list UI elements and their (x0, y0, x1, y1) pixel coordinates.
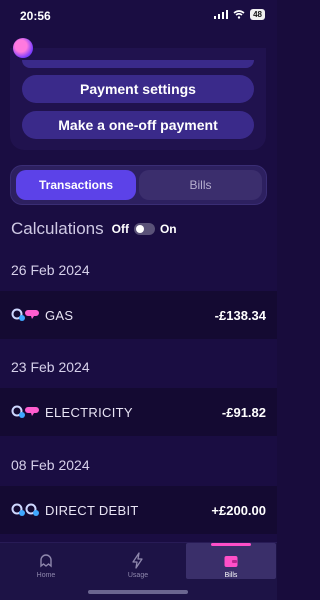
transaction-name: GAS (45, 307, 74, 323)
status-time: 20:56 (20, 9, 51, 23)
direct-debit-icon (11, 503, 39, 516)
transaction-amount: -£91.82 (221, 404, 266, 420)
home-icon (40, 554, 52, 568)
transaction-row[interactable]: ELECTRICITY -£91.82 (0, 388, 277, 436)
calculations-off-label: Off (111, 222, 129, 236)
transaction-amount: +£200.00 (211, 502, 266, 518)
wifi-icon (233, 10, 245, 19)
nav-bills[interactable]: Bills (186, 543, 276, 579)
nav-usage-label: Usage (127, 572, 149, 579)
calculations-toggle[interactable] (133, 223, 155, 235)
gas-fuel-icon (11, 308, 39, 321)
date-header: 23 Feb 2024 (11, 359, 90, 375)
app-screen: 20:56 48 Payment settings Make a one-off… (0, 0, 277, 600)
status-icons: 48 (214, 9, 265, 20)
nav-home-label: Home (36, 572, 56, 579)
active-tab-indicator (211, 543, 251, 546)
transaction-amount: -£138.34 (214, 307, 266, 323)
nav-bills-label: Bills (224, 572, 238, 579)
signal-icon (214, 10, 229, 19)
battery-icon: 48 (250, 9, 265, 20)
date-header: 08 Feb 2024 (11, 457, 90, 473)
payment-settings-button[interactable]: Payment settings (22, 75, 254, 103)
transaction-row[interactable]: DIRECT DEBIT +£200.00 (0, 486, 277, 534)
transaction-name: ELECTRICITY (45, 404, 133, 420)
calculations-on-label: On (159, 222, 177, 236)
transaction-row[interactable]: GAS -£138.34 (0, 291, 277, 339)
lightning-icon (132, 552, 143, 569)
calculations-title: Calculations (11, 219, 104, 238)
payment-actions-card: Payment settings Make a one-off payment (10, 48, 266, 150)
tab-transactions[interactable]: Transactions (16, 170, 136, 200)
status-bar: 20:56 48 (0, 0, 277, 30)
tab-bills[interactable]: Bills (139, 170, 262, 200)
wallet-icon (224, 556, 238, 567)
calculations-row: Calculations Off On (11, 218, 177, 240)
tabs-segmented-control: Transactions Bills (10, 165, 267, 205)
app-logo-icon[interactable] (13, 38, 33, 58)
nav-home[interactable]: Home (0, 543, 92, 579)
date-header: 26 Feb 2024 (11, 262, 90, 278)
home-indicator-bar[interactable] (88, 590, 188, 594)
electricity-fuel-icon (11, 405, 39, 418)
transaction-name: DIRECT DEBIT (45, 502, 139, 518)
nav-usage[interactable]: Usage (92, 543, 184, 579)
hidden-button-edge (22, 60, 254, 68)
one-off-payment-button[interactable]: Make a one-off payment (22, 111, 254, 139)
